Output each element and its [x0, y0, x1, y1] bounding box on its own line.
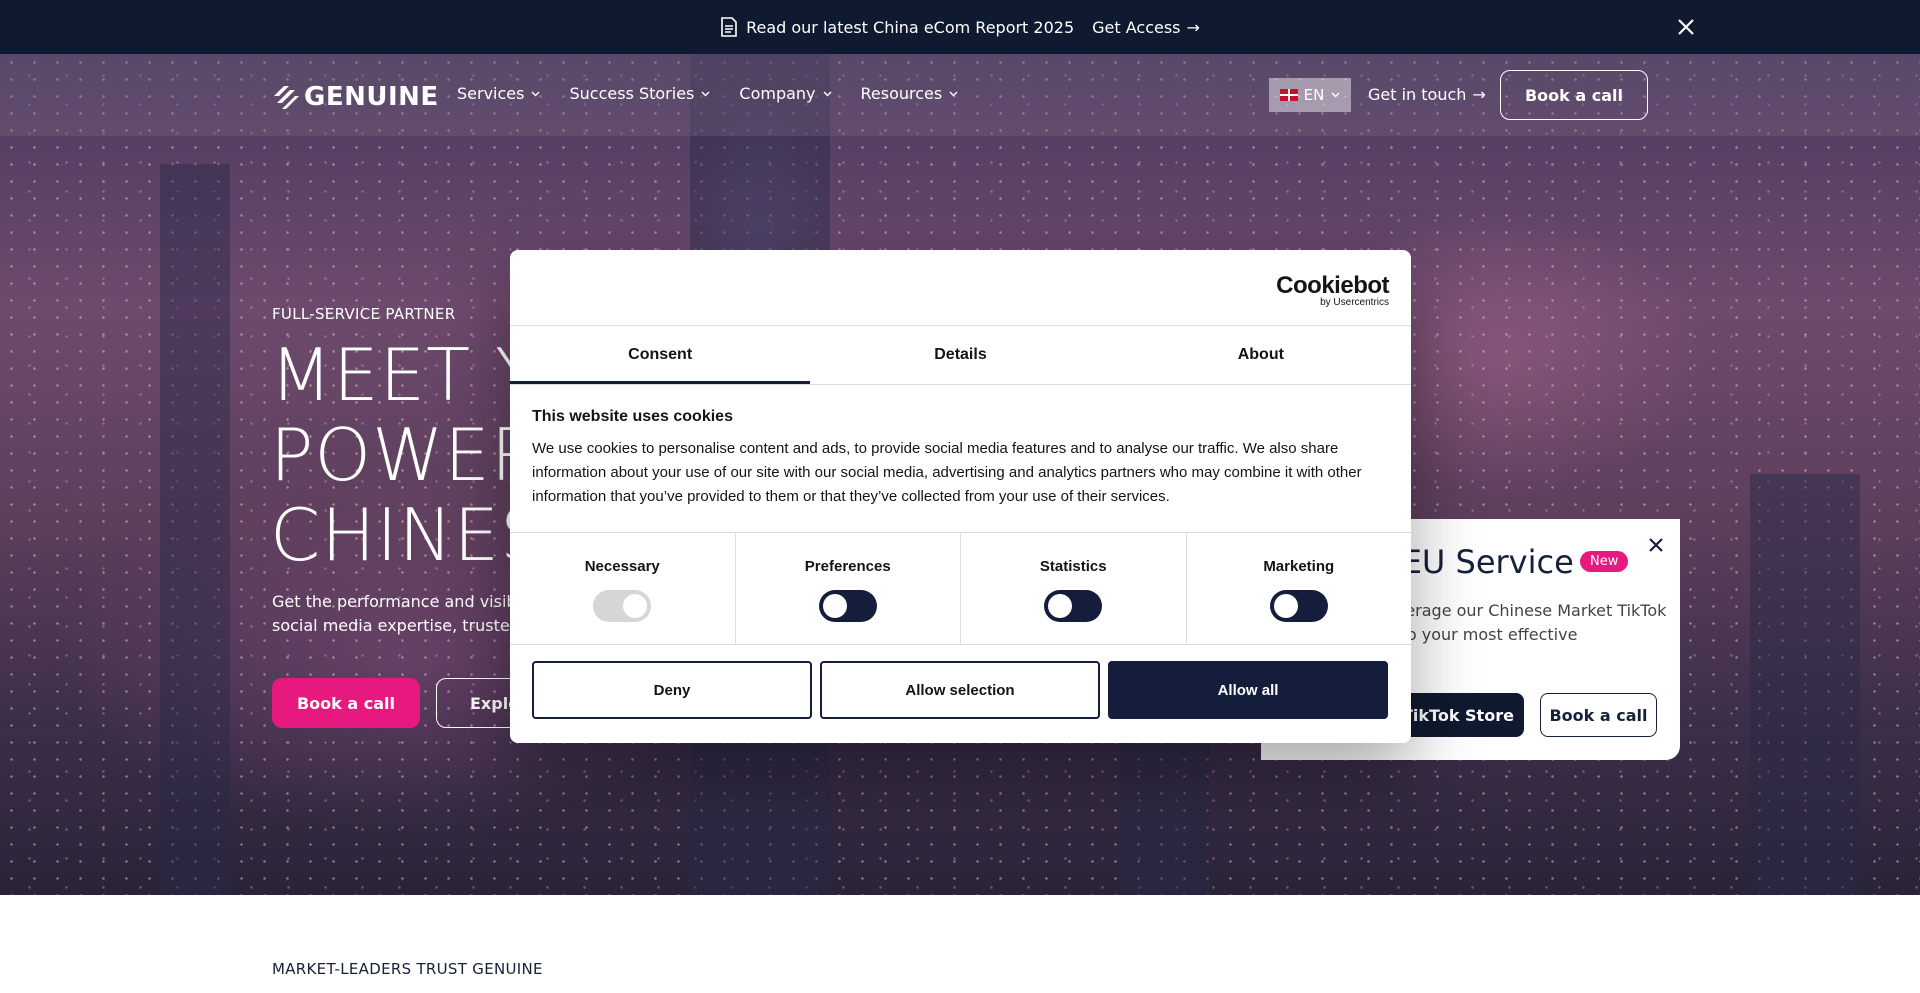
- category-statistics: Statistics: [961, 533, 1187, 644]
- promo-book-call-button[interactable]: Book a call: [1540, 693, 1657, 737]
- cookie-dialog: Cookiebot by Usercentrics Consent Detail…: [510, 250, 1411, 743]
- document-icon: [721, 17, 737, 37]
- cookie-body-text: We use cookies to personalise content an…: [532, 440, 1362, 505]
- nav-item-label: Company: [739, 84, 816, 103]
- get-access-label: Get Access: [1092, 17, 1181, 37]
- get-in-touch-label: Get in touch: [1368, 85, 1467, 104]
- divider: [510, 384, 1411, 385]
- nav-item-resources[interactable]: Resources: [861, 84, 959, 103]
- announcement-bar: Read our latest China eCom Report 2025 G…: [0, 0, 1920, 54]
- nav-item-services[interactable]: Services: [457, 84, 540, 103]
- category-label: Marketing: [1263, 558, 1335, 575]
- chevron-down-icon: [949, 91, 958, 96]
- deny-button[interactable]: Deny: [532, 661, 812, 719]
- headline-line: POWER: [270, 413, 542, 497]
- chevron-down-icon: [1331, 92, 1340, 98]
- marketing-toggle[interactable]: [1269, 590, 1328, 622]
- nav-item-label: Resources: [860, 84, 943, 103]
- hero-book-call-button[interactable]: Book a call: [272, 678, 420, 728]
- category-label: Statistics: [1039, 558, 1107, 575]
- headline-line: CHINES: [270, 493, 547, 577]
- logo-text: GENUINE: [304, 82, 439, 112]
- allow-selection-button[interactable]: Allow selection: [820, 661, 1100, 719]
- language-selector[interactable]: EN: [1269, 78, 1351, 112]
- cookiebot-logo: Cookiebot by Usercentrics: [1276, 272, 1389, 308]
- category-label: Preferences: [804, 558, 891, 575]
- logo[interactable]: GENUINE: [272, 82, 439, 112]
- get-access-link[interactable]: Get Access →: [1092, 18, 1200, 37]
- headline-line: MEET Y: [270, 333, 540, 417]
- skyline-tower: [1750, 474, 1860, 895]
- trust-heading: MARKET-LEADERS TRUST GENUINE: [272, 960, 543, 978]
- cookiebot-brand: Cookiebot: [1276, 272, 1389, 299]
- necessary-toggle: [593, 590, 652, 622]
- chevron-down-icon: [531, 91, 540, 96]
- cookie-buttons: Deny Allow selection Allow all: [532, 661, 1388, 719]
- arrow-right-icon: →: [1186, 17, 1200, 37]
- tab-details[interactable]: Details: [810, 326, 1110, 384]
- category-marketing: Marketing: [1187, 533, 1412, 644]
- statistics-toggle[interactable]: [1044, 590, 1103, 622]
- preferences-toggle[interactable]: [818, 590, 877, 622]
- toggle-knob: [1273, 594, 1298, 618]
- close-icon[interactable]: [1646, 535, 1666, 555]
- toggle-knob: [1048, 594, 1073, 618]
- allow-all-button[interactable]: Allow all: [1108, 661, 1388, 719]
- chevron-down-icon: [823, 91, 832, 96]
- tab-about[interactable]: About: [1111, 326, 1411, 384]
- hero-headline: MEET Y POWER CHINES: [270, 335, 547, 575]
- arrow-right-icon: →: [1472, 85, 1486, 104]
- nav-item-label: Success Stories: [569, 84, 695, 103]
- nav-book-call-button[interactable]: Book a call: [1500, 70, 1648, 120]
- language-label: EN: [1303, 86, 1325, 104]
- nav-item-company[interactable]: Company: [739, 84, 832, 103]
- nav-item-label: Services: [457, 84, 525, 103]
- nav-item-success-stories[interactable]: Success Stories: [569, 84, 710, 103]
- category-label: Necessary: [584, 558, 660, 575]
- category-necessary: Necessary: [510, 533, 736, 644]
- main-nav: GENUINE Services Success Stories Company…: [0, 54, 1920, 136]
- nav-menu: Services Success Stories Company Resourc…: [457, 84, 987, 103]
- toggle-knob: [822, 594, 847, 618]
- tab-consent[interactable]: Consent: [510, 326, 811, 384]
- announcement-text: Read our latest China eCom Report 2025: [746, 17, 1075, 37]
- skyline-tower: [160, 164, 230, 895]
- new-badge: New: [1580, 551, 1629, 572]
- category-preferences: Preferences: [736, 533, 961, 644]
- genuine-logo-icon: [274, 86, 299, 109]
- get-in-touch-link[interactable]: Get in touch →: [1368, 85, 1486, 104]
- cookie-heading: This website uses cookies: [532, 408, 733, 425]
- hero-eyebrow: FULL-SERVICE PARTNER: [272, 305, 456, 323]
- promo-text: everage our Chinese Market TikTok into y…: [1386, 601, 1667, 644]
- cookie-tabs: Consent Details About: [510, 326, 1411, 384]
- close-icon[interactable]: [1673, 14, 1699, 40]
- toggle-knob: [623, 594, 648, 618]
- cookie-categories: Necessary Preferences Statistics Marketi…: [510, 532, 1411, 645]
- uk-flag-icon: [1279, 89, 1298, 101]
- chevron-down-icon: [701, 91, 710, 96]
